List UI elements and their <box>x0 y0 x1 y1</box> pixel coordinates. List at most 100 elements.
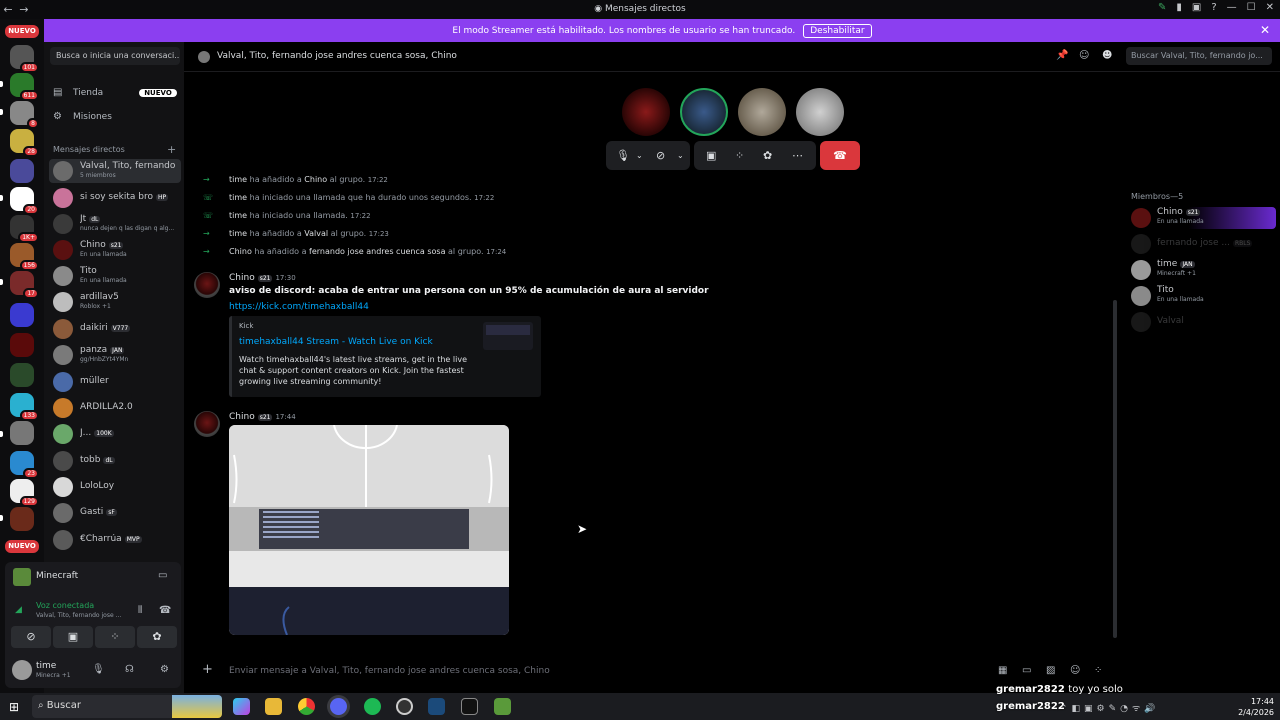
spotify-icon[interactable] <box>364 698 381 715</box>
voice-status[interactable]: Voz conectada <box>36 601 94 610</box>
obs-icon[interactable] <box>396 698 413 715</box>
steam-icon[interactable] <box>428 698 445 715</box>
server-icon[interactable] <box>10 159 34 183</box>
headphones-icon[interactable]: ☊ <box>125 664 134 675</box>
server-icon[interactable]: 8 <box>10 101 39 129</box>
author-avatar[interactable] <box>194 272 220 298</box>
server-icon[interactable]: 17 <box>10 271 39 299</box>
server-icon[interactable]: 20 <box>10 187 39 215</box>
server-icon[interactable] <box>10 363 34 387</box>
activities-button[interactable]: ⁘ <box>95 626 135 648</box>
soundboard-button[interactable]: ✿ <box>137 626 177 648</box>
server-icon[interactable]: 129 <box>10 479 39 507</box>
activities-icon[interactable]: ⁘ <box>735 149 744 162</box>
dm-item[interactable]: Gasti sF <box>49 501 181 525</box>
dm-item[interactable]: Chino s21 En una llamada <box>49 238 181 262</box>
camera-off-button[interactable]: ⊘ <box>11 626 51 648</box>
nav-shop[interactable]: ▤ Tienda NUEVO <box>53 87 177 98</box>
member-item[interactable]: Chino s21 En una llamada <box>1130 207 1276 229</box>
microphone-icon[interactable]: 🎙 <box>616 149 630 162</box>
disconnect-icon[interactable]: ☎ <box>159 605 171 616</box>
channel-search-input[interactable]: Buscar Valval, Tito, fernando jo... <box>1126 47 1272 65</box>
minecraft-icon[interactable] <box>494 698 511 715</box>
add-attachment-icon[interactable]: + <box>202 662 213 677</box>
maximize-button[interactable]: ☐ <box>1247 2 1256 13</box>
chevron-down-icon[interactable]: ⌄ <box>636 151 643 160</box>
close-banner-icon[interactable]: ✕ <box>1260 23 1270 37</box>
hang-up-button[interactable]: ☎ <box>820 141 860 170</box>
file-explorer-icon[interactable] <box>265 698 282 715</box>
call-participant-avatar[interactable] <box>796 88 844 136</box>
message-input[interactable]: Enviar mensaje a Valval, Tito, fernando … <box>229 666 550 676</box>
dm-search-input[interactable]: Busca o inicia una conversaci... <box>50 47 180 65</box>
author-avatar[interactable] <box>194 411 220 437</box>
dm-item[interactable]: Jt dL nunca dejen q las digan q alg... <box>49 212 181 236</box>
game-icon[interactable] <box>461 698 478 715</box>
dm-item[interactable]: tobb dL <box>49 449 181 473</box>
dm-item[interactable]: si soy sekita bro HP <box>49 186 181 210</box>
create-dm-icon[interactable]: + <box>167 143 176 156</box>
server-icon[interactable]: 101 <box>10 45 39 73</box>
call-participant-avatar[interactable] <box>680 88 728 136</box>
dm-item[interactable]: Tito En una llamada <box>49 264 181 288</box>
dm-item[interactable]: müller <box>49 370 181 394</box>
taskbar-clock[interactable]: 17:44 2/4/2026 <box>1234 696 1274 718</box>
bookmark-icon[interactable]: ▮ <box>1176 2 1182 13</box>
dm-item[interactable]: J... 100K <box>49 422 181 446</box>
server-icon[interactable]: 156 <box>10 243 39 271</box>
member-item[interactable]: fernando jose ... RBLS <box>1130 233 1276 255</box>
member-item[interactable]: Valval <box>1130 311 1276 333</box>
chevron-down-icon[interactable]: ⌄ <box>677 151 684 160</box>
inbox-icon[interactable]: ▣ <box>1192 2 1201 13</box>
folder-icon[interactable] <box>10 303 34 327</box>
minimize-button[interactable]: — <box>1227 2 1237 13</box>
server-icon[interactable]: 611 <box>10 73 39 101</box>
add-friends-icon[interactable]: ☺ <box>1079 50 1089 61</box>
nav-quests[interactable]: ⚙ Misiones <box>53 111 112 122</box>
server-icon[interactable]: 28 <box>10 129 39 157</box>
dm-item[interactable]: panza JAN gg/HnbZYt4YMn <box>49 343 181 367</box>
help-icon[interactable]: ? <box>1211 2 1216 13</box>
chrome-icon[interactable] <box>298 698 315 715</box>
dm-item[interactable]: ARDILLA2.0 <box>49 396 181 420</box>
nitro-icon[interactable]: ✎ <box>1158 2 1166 13</box>
call-participant-avatar[interactable] <box>622 88 670 136</box>
server-icon[interactable] <box>10 507 34 531</box>
dm-item[interactable]: ardillav5 Roblox +1 <box>49 290 181 314</box>
embed-thumbnail[interactable] <box>483 322 533 350</box>
microphone-icon[interactable]: 🎙 <box>92 664 105 675</box>
dm-item[interactable]: LoloLoy <box>49 475 181 499</box>
pinned-icon[interactable]: 📌 <box>1056 50 1068 61</box>
messages-scrollbar[interactable] <box>1113 300 1117 638</box>
sticker-icon[interactable]: ▨ <box>1046 665 1055 676</box>
gif-icon[interactable]: ▭ <box>1022 665 1031 676</box>
server-icon[interactable]: 133 <box>10 393 39 421</box>
server-icon[interactable]: 23 <box>10 451 39 479</box>
close-window-button[interactable]: ✕ <box>1266 2 1274 13</box>
dm-item[interactable]: daikiri V777 <box>49 317 181 341</box>
soundboard-icon[interactable]: ✿ <box>763 149 772 162</box>
user-settings-icon[interactable]: ⚙ <box>160 664 169 675</box>
member-item[interactable]: Tito En una llamada <box>1130 285 1276 307</box>
noise-suppression-icon[interactable]: ⫴ <box>138 605 142 616</box>
voice-channel[interactable]: Valval, Tito, fernando jose ... <box>36 612 121 619</box>
system-tray-icons[interactable]: ⌃◧▣⚙✎◔ᯤ🔊 <box>1060 701 1159 714</box>
server-icon[interactable] <box>10 421 34 445</box>
image-attachment[interactable] <box>229 425 509 635</box>
emoji-icon[interactable]: ☺ <box>1070 665 1080 676</box>
member-list-icon[interactable]: ☻ <box>1102 50 1112 61</box>
screen-share-button[interactable]: ▣ <box>53 626 93 648</box>
embed-title[interactable]: timehaxball44 Stream - Watch Live on Kic… <box>239 337 433 347</box>
camera-off-icon[interactable]: ⊘ <box>656 149 665 162</box>
screen-share-icon[interactable]: ▣ <box>706 149 716 162</box>
disable-streamer-button[interactable]: Deshabilitar <box>803 23 872 38</box>
server-icon[interactable]: 1K+ <box>10 215 39 243</box>
dm-item[interactable]: €Charrúa MVP <box>49 528 181 552</box>
message-link[interactable]: https://kick.com/timehaxball44 <box>229 302 369 312</box>
member-item[interactable]: time JAN Minecraft +1 <box>1130 259 1276 281</box>
call-participant-avatar[interactable] <box>738 88 786 136</box>
message-composer[interactable]: + Enviar mensaje a Valval, Tito, fernand… <box>194 658 1114 684</box>
discord-icon[interactable] <box>330 698 347 715</box>
gift-icon[interactable]: ▦ <box>998 665 1007 676</box>
copilot-icon[interactable] <box>233 698 250 715</box>
